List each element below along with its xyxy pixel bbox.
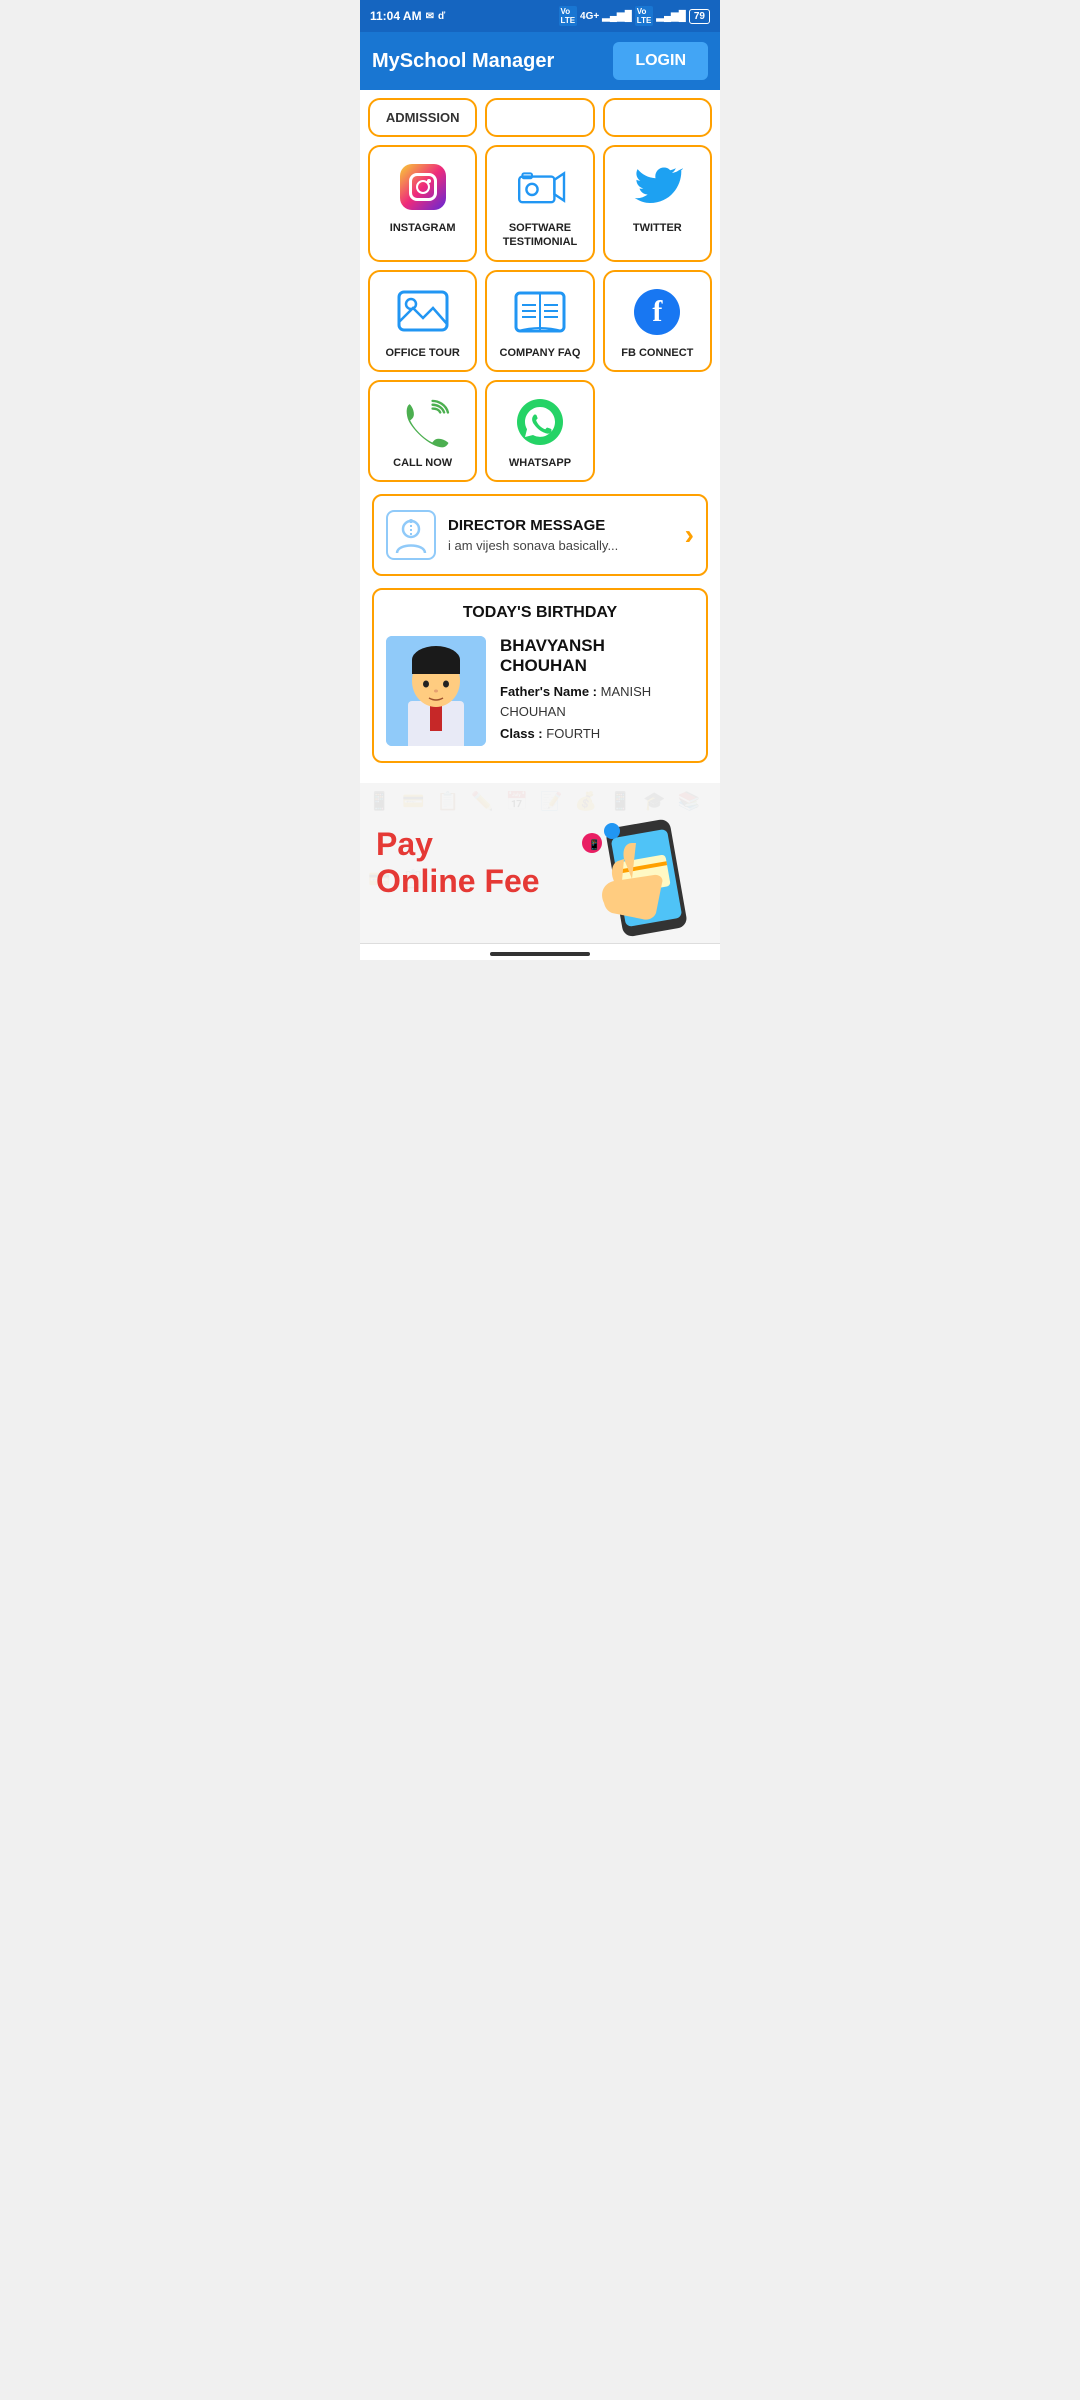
call-now-label: CALL NOW	[393, 456, 452, 470]
birthday-card: TODAY'S BIRTHDAY	[372, 588, 708, 763]
admission-button[interactable]: ADMISSION	[368, 98, 477, 137]
instagram-label: INSTAGRAM	[390, 221, 456, 235]
login-button[interactable]: LOGIN	[613, 42, 708, 80]
director-title: DIRECTOR MESSAGE	[448, 517, 673, 534]
software-testimonial-label: SOFTWARETESTIMONIAL	[503, 221, 578, 250]
student-image	[386, 636, 486, 746]
phone-icon	[400, 399, 446, 445]
twitter-icon-area	[631, 161, 683, 213]
office-tour-button[interactable]: OFFICE TOUR	[368, 270, 477, 372]
whatsapp-label: WHATSAPP	[509, 456, 571, 470]
pay-online-banner[interactable]: 📱💳📋✏️ 📅📝💰📱 🎓📚💳📋 Pay Online Fee 📱	[360, 783, 720, 943]
director-text: DIRECTOR MESSAGE i am vijesh sonava basi…	[448, 517, 673, 553]
empty-button-2	[603, 98, 712, 137]
instagram-dot	[427, 179, 431, 183]
call-icon: ď	[438, 11, 445, 22]
status-right: VoLTE 4G+ ▂▄▆█ VoLTE ▂▄▆█ 79	[559, 6, 710, 26]
image-icon-area	[397, 286, 449, 338]
student-photo	[386, 636, 486, 746]
signal-bars-2: ▂▄▆█	[656, 11, 686, 22]
twitter-icon	[633, 163, 681, 211]
sim-icon: ✉	[426, 11, 434, 22]
twitter-label: TWITTER	[633, 221, 682, 235]
director-subtitle: i am vijesh sonava basically...	[448, 538, 673, 553]
twitter-button[interactable]: TWITTER	[603, 145, 712, 262]
book-icon-area	[514, 286, 566, 338]
icon-grid-row4: CALL NOW WHATSAPP	[368, 380, 712, 482]
volte-icon: VoLTE	[559, 6, 578, 26]
student-name: BHAVYANSH CHOUHAN	[500, 636, 694, 676]
instagram-button[interactable]: INSTAGRAM	[368, 145, 477, 262]
icon-grid-row3: OFFICE TOUR COMPANY FAQ	[368, 270, 712, 372]
phone-icon-area	[397, 396, 449, 448]
pay-phone-illustration: 📱	[574, 803, 704, 923]
father-info: Father's Name : MANISH CHOUHAN	[500, 682, 694, 721]
main-content: ADMISSION INSTAGRAM	[360, 90, 720, 783]
volte-icon-2: VoLTE	[635, 6, 654, 26]
battery-display: 79	[689, 9, 710, 24]
header: MySchool Manager LOGIN	[360, 32, 720, 90]
class-name: FOURTH	[546, 726, 600, 741]
student-info: BHAVYANSH CHOUHAN Father's Name : MANISH…	[500, 636, 694, 747]
fb-connect-button[interactable]: f FB CONNECT	[603, 270, 712, 372]
chevron-right-icon: ›	[685, 519, 694, 551]
pay-line1: Pay	[376, 826, 540, 863]
instagram-icon	[400, 164, 446, 210]
software-testimonial-button[interactable]: SOFTWARETESTIMONIAL	[485, 145, 594, 262]
home-indicator	[490, 952, 590, 956]
pay-line2: Online Fee	[376, 863, 540, 900]
camera-icon-area	[514, 161, 566, 213]
facebook-icon: f	[634, 289, 680, 335]
status-left: 11:04 AM ✉ ď	[370, 9, 445, 23]
whatsapp-icon-area	[514, 396, 566, 448]
time-display: 11:04 AM	[370, 9, 422, 23]
camera-icon	[516, 167, 564, 207]
admission-row: ADMISSION	[368, 98, 712, 137]
svg-text:📱: 📱	[588, 838, 600, 851]
status-bar: 11:04 AM ✉ ď VoLTE 4G+ ▂▄▆█ VoLTE ▂▄▆█ 7…	[360, 0, 720, 32]
app-title: MySchool Manager	[372, 50, 554, 73]
book-icon	[514, 289, 566, 335]
birthday-title: TODAY'S BIRTHDAY	[386, 604, 694, 622]
whatsapp-button[interactable]: WHATSAPP	[485, 380, 594, 482]
fb-connect-label: FB CONNECT	[621, 346, 693, 360]
instagram-icon-area	[397, 161, 449, 213]
office-tour-label: OFFICE TOUR	[385, 346, 459, 360]
empty-slot	[603, 380, 712, 482]
icon-grid-row2: INSTAGRAM SOFTWARETESTIMONIAL TWITTER	[368, 145, 712, 262]
signal-4g: 4G+	[580, 11, 599, 22]
image-icon	[397, 290, 449, 334]
instagram-inner	[409, 173, 437, 201]
company-faq-button[interactable]: COMPANY FAQ	[485, 270, 594, 372]
class-info: Class : FOURTH	[500, 724, 694, 744]
nav-bar	[360, 943, 720, 960]
director-message-card[interactable]: DIRECTOR MESSAGE i am vijesh sonava basi…	[372, 494, 708, 576]
pay-text-block: Pay Online Fee	[376, 826, 540, 900]
birthday-content: BHAVYANSH CHOUHAN Father's Name : MANISH…	[386, 636, 694, 747]
phone-svg: 📱	[574, 803, 704, 933]
whatsapp-icon	[517, 399, 563, 445]
facebook-icon-area: f	[631, 286, 683, 338]
empty-button-1	[485, 98, 594, 137]
company-faq-label: COMPANY FAQ	[500, 346, 581, 360]
signal-bars-1: ▂▄▆█	[602, 11, 632, 22]
director-avatar-icon	[391, 515, 431, 555]
director-avatar	[386, 510, 436, 560]
call-now-button[interactable]: CALL NOW	[368, 380, 477, 482]
